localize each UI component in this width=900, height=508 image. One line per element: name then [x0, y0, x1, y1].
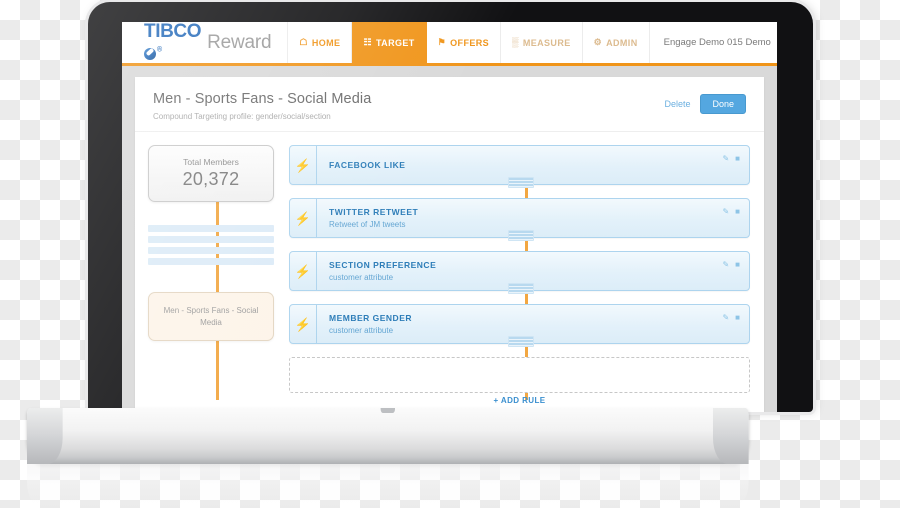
rule-subtitle: Retweet of JM tweets — [329, 220, 406, 229]
rule-tools: ✎ ■ — [722, 252, 749, 290]
nav-item-offers[interactable]: ⚑ OFFERS — [427, 22, 502, 63]
laptop-base-left-edge — [27, 408, 63, 464]
main-nav: ☖ HOME ☷ TARGET ⚑ OFFERS ▒ MEASURE ⚙ ADM… — [288, 22, 650, 63]
nav-item-target-label: TARGET — [375, 37, 415, 48]
laptop-base-notch — [380, 408, 396, 413]
delete-link[interactable]: Delete — [664, 99, 690, 109]
card-header-left: Men - Sports Fans - Social Media Compoun… — [153, 91, 664, 121]
brand-logo[interactable]: TIBCO ® Reward — [122, 22, 289, 65]
drag-handle[interactable] — [507, 283, 534, 294]
lightning-bolt-icon: ⚡ — [290, 146, 317, 184]
segment-group-card[interactable]: Men - Sports Fans - Social Media — [148, 292, 274, 342]
laptop-reflection — [27, 464, 749, 508]
registered-mark: ® — [157, 46, 162, 54]
brand-name: TIBCO ® — [144, 22, 202, 65]
nav-item-admin-label: ADMIN — [606, 37, 638, 48]
product-name: Reward — [207, 31, 272, 53]
rule-card[interactable]: ⚡ SECTION PREFERENCE customer attribute … — [289, 251, 750, 294]
edit-icon[interactable]: ✎ — [722, 207, 729, 216]
nav-item-home[interactable]: ☖ HOME — [288, 22, 353, 63]
rule-card[interactable]: ⚡ TWITTER RETWEET Retweet of JM tweets ✎… — [289, 198, 750, 241]
trash-icon[interactable]: ■ — [735, 154, 740, 163]
page-subtitle: Compound Targeting profile: gender/socia… — [153, 112, 331, 121]
rule-subtitle: customer attribute — [329, 273, 394, 282]
rules-column: ⚡ FACEBOOK LIKE ✎ ■ ⚡ TWITTER RETWEET Re… — [287, 145, 764, 405]
app-topbar: TIBCO® Reward ☖ HOME ☷ TARGET ⚑ OFFERS ▒… — [122, 22, 777, 66]
lightning-bolt-icon: ⚡ — [290, 199, 317, 237]
nav-item-admin[interactable]: ⚙ ADMIN — [583, 22, 650, 63]
home-icon: ☖ — [299, 37, 308, 47]
laptop-lid: TIBCO® Reward ☖ HOME ☷ TARGET ⚑ OFFERS ▒… — [88, 2, 813, 412]
screenshot-stage: TIBCO® Reward ☖ HOME ☷ TARGET ⚑ OFFERS ▒… — [0, 0, 900, 508]
trash-icon[interactable]: ■ — [735, 207, 740, 216]
page-background: Men - Sports Fans - Social Media Compoun… — [122, 66, 777, 412]
total-members-value: 20,372 — [182, 169, 240, 189]
edit-icon[interactable]: ✎ — [722, 260, 729, 269]
chart-icon: ▒ — [512, 37, 519, 47]
gear-icon: ⚙ — [593, 37, 603, 47]
rule-card[interactable]: ⚡ FACEBOOK LIKE ✎ ■ — [289, 145, 750, 188]
done-button[interactable]: Done — [700, 94, 746, 114]
account-menu[interactable]: Engage Demo 015 Demo — [650, 22, 777, 63]
total-members-label: Total Members — [183, 157, 239, 167]
rule-subtitle: customer attribute — [329, 326, 394, 335]
drag-handle[interactable] — [507, 177, 534, 188]
add-rule-label: + ADD RULE — [493, 396, 546, 405]
account-name: Engage Demo 015 Demo — [663, 37, 771, 48]
nav-item-target[interactable]: ☷ TARGET — [352, 22, 427, 63]
rule-tools: ✎ ■ — [722, 146, 749, 184]
nav-item-measure-label: MEASURE — [522, 37, 571, 48]
content-card: Men - Sports Fans - Social Media Compoun… — [135, 77, 764, 412]
tibco-swoosh-icon — [144, 47, 156, 60]
segment-group-name: Men - Sports Fans - Social Media — [163, 306, 259, 327]
rule-card[interactable]: ⚡ MEMBER GENDER customer attribute ✎ ■ — [289, 304, 750, 347]
placeholder-row — [148, 258, 274, 265]
trash-icon[interactable]: ■ — [735, 260, 740, 269]
drag-handle[interactable] — [507, 230, 534, 241]
rule-title: MEMBER GENDER — [329, 313, 413, 323]
rule-tools: ✎ ■ — [722, 199, 749, 237]
placeholder-row — [148, 247, 274, 254]
card-header: Men - Sports Fans - Social Media Compoun… — [135, 77, 764, 132]
placeholder-row — [148, 236, 274, 243]
page-title: Men - Sports Fans - Social Media — [153, 91, 372, 107]
laptop-base-right-edge — [712, 408, 749, 464]
summary-column: Total Members 20,372 Men - Sports Fans -… — [135, 145, 287, 400]
placeholder-row — [148, 225, 274, 232]
nav-item-offers-label: OFFERS — [450, 37, 490, 48]
segment-builder: Total Members 20,372 Men - Sports Fans -… — [135, 132, 764, 405]
edit-icon[interactable]: ✎ — [722, 154, 729, 163]
brand-name-text: TIBCO — [144, 22, 202, 42]
nav-item-measure[interactable]: ▒ MEASURE — [501, 22, 583, 63]
lightning-bolt-icon: ⚡ — [290, 252, 317, 290]
tag-icon: ⚑ — [437, 37, 447, 47]
trash-icon[interactable]: ■ — [735, 313, 740, 322]
rule-tools: ✎ ■ — [722, 305, 749, 343]
target-icon: ☷ — [363, 37, 372, 47]
laptop-base — [27, 408, 749, 464]
edit-icon[interactable]: ✎ — [722, 313, 729, 322]
rule-title: FACEBOOK LIKE — [329, 160, 406, 170]
rule-title: TWITTER RETWEET — [329, 207, 419, 217]
nav-item-home-label: HOME — [311, 37, 341, 48]
drag-handle[interactable] — [507, 336, 534, 347]
rule-title: SECTION PREFERENCE — [329, 260, 437, 270]
rule-dropzone[interactable]: + ADD RULE — [289, 357, 750, 405]
placeholder-rows — [148, 225, 274, 265]
card-header-actions: Delete Done — [664, 91, 746, 114]
total-members-card: Total Members 20,372 — [148, 145, 274, 202]
lightning-bolt-icon: ⚡ — [290, 305, 317, 343]
laptop-screen: TIBCO® Reward ☖ HOME ☷ TARGET ⚑ OFFERS ▒… — [122, 22, 777, 412]
